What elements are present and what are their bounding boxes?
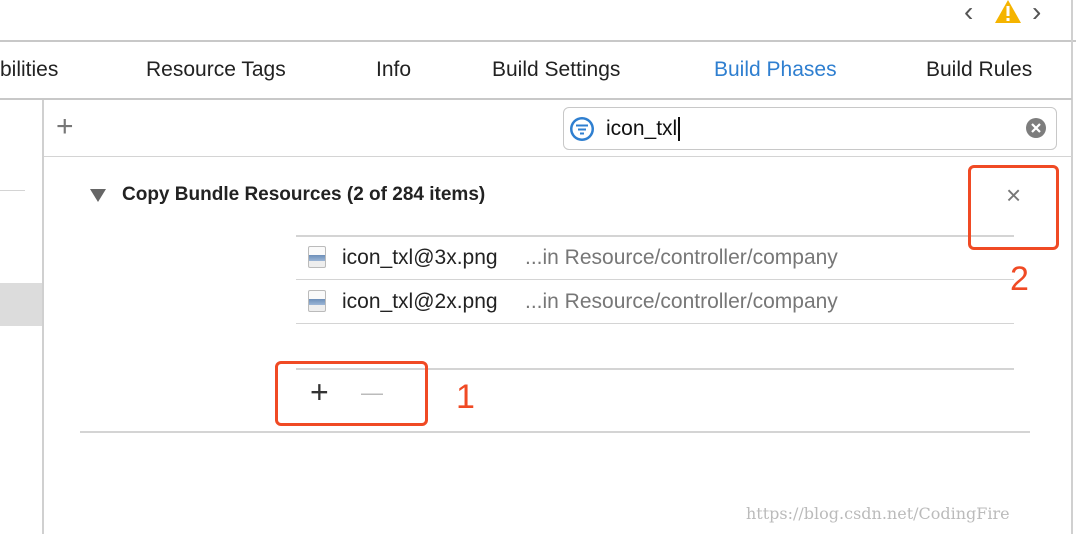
- image-file-icon: [308, 290, 326, 312]
- table-top-border: [296, 235, 1014, 237]
- sidebar-selected-item[interactable]: [0, 283, 42, 326]
- tabs-divider: [0, 98, 1072, 100]
- section-bottom-divider: [80, 431, 1030, 433]
- file-name: icon_txl@3x.png: [342, 246, 498, 269]
- annotation-box-2: [968, 165, 1059, 250]
- filter-input[interactable]: icon_txl: [606, 117, 681, 141]
- warning-icon[interactable]: [994, 0, 1022, 24]
- watermark: https://blog.csdn.net/CodingFire: [746, 504, 1010, 523]
- tab-build-rules[interactable]: Build Rules: [926, 58, 1032, 82]
- annotation-box-1: [275, 361, 428, 426]
- annotation-label-2: 2: [1010, 260, 1029, 298]
- annotation-label-1: 1: [456, 378, 475, 416]
- nav-back-button[interactable]: ‹: [964, 0, 988, 26]
- filter-divider: [44, 156, 1072, 157]
- row-divider: [296, 323, 1014, 324]
- row-divider: [296, 279, 1014, 280]
- tab-build-phases[interactable]: Build Phases: [714, 58, 837, 82]
- filter-icon: [570, 117, 594, 141]
- file-path: ...in Resource/controller/company: [525, 290, 838, 313]
- tab-build-settings[interactable]: Build Settings: [492, 58, 620, 82]
- clear-icon[interactable]: [1025, 117, 1047, 139]
- filter-field[interactable]: icon_txl: [563, 107, 1057, 150]
- toolbar-divider: [0, 40, 1076, 42]
- tab-capabilities[interactable]: bilities: [0, 58, 58, 82]
- file-path: ...in Resource/controller/company: [525, 246, 838, 269]
- image-file-icon: [308, 246, 326, 268]
- nav-forward-button[interactable]: ›: [1032, 0, 1056, 26]
- disclosure-triangle-icon[interactable]: [90, 189, 106, 203]
- tab-resource-tags[interactable]: Resource Tags: [146, 58, 286, 82]
- sidebar-separator: [0, 190, 25, 191]
- add-phase-button[interactable]: +: [56, 110, 74, 144]
- right-edge-divider: [1071, 0, 1073, 534]
- sidebar-divider: [42, 100, 44, 534]
- section-title: Copy Bundle Resources (2 of 284 items): [122, 184, 486, 205]
- file-name: icon_txl@2x.png: [342, 290, 498, 313]
- tab-info[interactable]: Info: [376, 58, 411, 82]
